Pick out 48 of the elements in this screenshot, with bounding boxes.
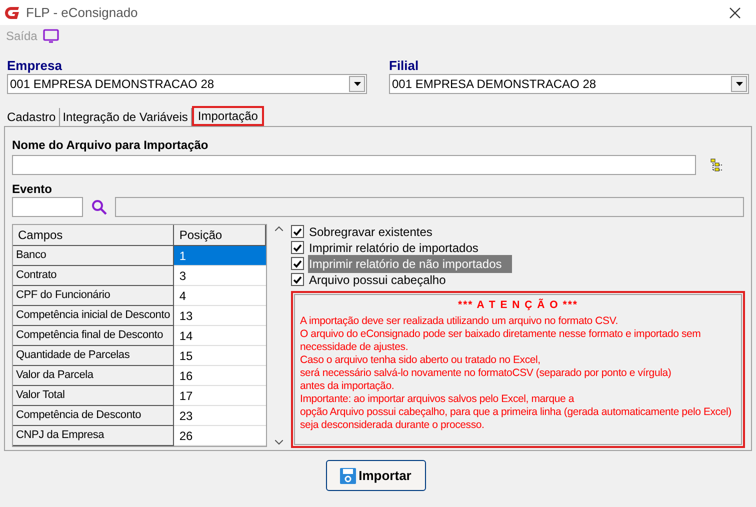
notice-text: A importação deve ser realizada utilizando um arquivo no formato CSV.	[300, 315, 619, 328]
checkbox[interactable]	[291, 241, 304, 254]
checkbox-label[interactable]: Arquivo possui cabeçalho	[308, 270, 447, 288]
field-label: Empresa	[7, 58, 63, 74]
tab[interactable]: Importação	[192, 106, 264, 126]
file-name-field[interactable]	[12, 155, 696, 175]
notice-title: *** A T E N Ç Ã O ***	[457, 299, 579, 312]
table-cell: CNPJ da Empresa	[13, 426, 174, 446]
checkbox[interactable]	[291, 257, 304, 270]
close-icon[interactable]	[729, 6, 741, 18]
checkbox-label[interactable]: Sobregravar existentes	[308, 222, 434, 240]
column-header[interactable]: Posição	[174, 225, 266, 246]
monitor-icon[interactable]	[43, 29, 60, 43]
folder-tree-icon[interactable]	[710, 158, 724, 172]
notice-text: opção Arquivo possui cabeçalho, para que a primeira linha (gerada automaticamente pelo Excel) seja desconsiderada durante o processo.	[300, 406, 732, 432]
table-cell: Valor Total	[13, 386, 174, 406]
table-cell: Competência inicial de Desconto	[13, 306, 174, 326]
field-label: Evento	[12, 181, 54, 197]
table-cell: Banco	[13, 246, 174, 266]
field-label: Filial	[389, 58, 420, 74]
app-logo-icon	[5, 6, 21, 20]
notice-text: Caso o arquivo tenha sido aberto ou tratado no Excel,	[300, 354, 542, 367]
window-title: FLP - eConsignado	[26, 4, 139, 22]
notice-text: antes da importação.	[300, 380, 396, 393]
table-cell: Valor da Parcela	[13, 366, 174, 386]
checkbox[interactable]	[291, 225, 304, 238]
table-cell: CPF do Funcionário	[13, 286, 174, 306]
column-header[interactable]: Campos	[13, 225, 174, 246]
notice-text: O arquivo do eConsignado pode ser baixado diretamente nesse formato e importado sem necessidade de ajustes.	[300, 328, 702, 354]
checkbox-label[interactable]: Imprimir relatório de importados	[308, 238, 480, 256]
event-code-field[interactable]	[12, 197, 83, 217]
search-icon[interactable]	[91, 199, 107, 215]
table-cell: Competência de Desconto	[13, 406, 174, 426]
notice-text: será necessário salvá-lo novamente no formatoCSV (separado por ponto e vírgula)	[300, 367, 672, 380]
company-dropdown[interactable]: 001 EMPRESA DEMONSTRACAO 28	[7, 74, 367, 94]
notice-text: Importante: ao importar arquivos salvos pelo Excel, marque a	[300, 393, 576, 406]
import-button[interactable]: Importar	[326, 460, 426, 491]
tab[interactable]: Cadastro	[4, 108, 60, 126]
table-cell: Competência final de Desconto	[13, 326, 174, 346]
checkbox-label[interactable]: Imprimir relatório de não importados	[308, 254, 512, 272]
company-dropdown[interactable]: 001 EMPRESA DEMONSTRACAO 28	[389, 74, 749, 94]
checkbox[interactable]	[291, 273, 304, 286]
table-cell: Contrato	[13, 266, 174, 286]
scroll-down-icon[interactable]	[274, 440, 282, 445]
scroll-up-icon[interactable]	[274, 226, 282, 231]
table-cell[interactable]: 1	[174, 246, 266, 266]
table-cell: Quantidade de Parcelas	[13, 346, 174, 366]
field-label: Nome do Arquivo para Importação	[12, 137, 210, 153]
